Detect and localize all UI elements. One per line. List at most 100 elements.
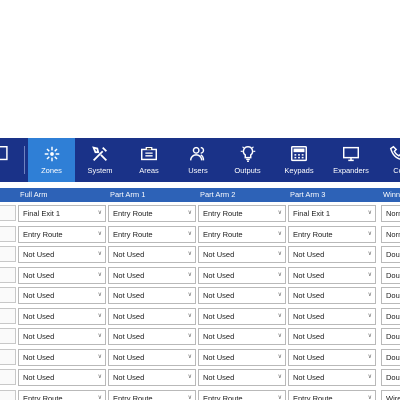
toolbar-item-label: Zones [41, 166, 62, 175]
row-selector[interactable] [0, 246, 16, 262]
row-selector[interactable] [0, 328, 16, 344]
row-selector[interactable] [0, 389, 16, 400]
zone-dropdown[interactable]: Not Used ∨ [288, 287, 376, 304]
toolbar-item-label: Expanders [333, 166, 369, 175]
zone-dropdown[interactable]: Dou [381, 266, 400, 284]
zone-dropdown[interactable]: Not Used ∨ [198, 246, 286, 263]
zone-dropdown[interactable]: Not Used ∨ [198, 287, 286, 304]
zone-dropdown[interactable]: Not Used ∨ [198, 328, 286, 345]
panel-icon [0, 144, 24, 164]
row-selector[interactable] [0, 225, 16, 242]
zone-dropdown[interactable]: Not Used ∨ [288, 307, 376, 325]
chevron-down-icon: ∨ [97, 394, 102, 400]
zone-dropdown[interactable]: Not Used ∨ [108, 307, 196, 325]
zone-dropdown[interactable]: Entry Route ∨ [108, 205, 196, 222]
zone-dropdown[interactable]: Not Used ∨ [108, 246, 196, 263]
zones-icon [28, 144, 75, 164]
dropdown-value: Dou [386, 352, 400, 362]
zone-dropdown[interactable]: Not Used ∨ [288, 348, 376, 366]
column-header: Part Arm 1 [110, 190, 146, 199]
dropdown-value: Not Used [203, 373, 235, 382]
zone-dropdown[interactable]: Not Used ∨ [288, 246, 376, 263]
row-selector[interactable] [0, 307, 16, 324]
zone-dropdown[interactable]: Entry Route ∨ [18, 225, 106, 243]
zone-dropdown[interactable]: Dou [381, 307, 400, 325]
zone-dropdown[interactable]: Entry Route ∨ [198, 389, 286, 400]
toolbar-item-zones[interactable]: Zones [28, 138, 75, 182]
dropdown-value: Not Used [113, 250, 145, 259]
table-row: Not Used ∨ Not Used ∨ Not Used ∨ Not Used ∨ Dou [0, 286, 400, 307]
areas-icon [125, 144, 173, 164]
zone-dropdown[interactable]: Entry Route ∨ [18, 389, 106, 400]
row-selector[interactable] [0, 369, 16, 385]
dropdown-value: Not Used [293, 270, 325, 280]
zone-dropdown[interactable]: Not Used ∨ [198, 307, 286, 325]
zone-dropdown[interactable]: Entry Route ∨ [198, 225, 286, 243]
zone-dropdown[interactable]: Not Used ∨ [288, 328, 376, 345]
toolbar-item-areas[interactable]: Areas [125, 138, 173, 182]
row-selector[interactable] [0, 287, 16, 303]
zone-dropdown[interactable]: Dou [381, 328, 400, 345]
zone-dropdown[interactable]: Not Used ∨ [18, 287, 106, 304]
zone-dropdown[interactable]: Dou [381, 246, 400, 263]
zone-dropdown[interactable]: Norm [381, 205, 400, 222]
chevron-down-icon: ∨ [277, 353, 282, 360]
dropdown-value: Dou [386, 332, 400, 341]
zone-dropdown[interactable]: Dou [381, 287, 400, 304]
zone-dropdown[interactable]: Not Used ∨ [18, 369, 106, 386]
zone-dropdown[interactable]: Not Used ∨ [18, 348, 106, 366]
phone-icon [378, 144, 400, 164]
chevron-down-icon: ∨ [367, 374, 372, 380]
dropdown-value: Not Used [23, 270, 55, 280]
dropdown-value: Dou [386, 373, 400, 382]
zone-dropdown[interactable]: Final Exit 1 ∨ [18, 205, 106, 222]
zone-dropdown[interactable]: Not Used ∨ [108, 266, 196, 284]
toolbar-item-outputs[interactable]: Outputs [222, 138, 273, 182]
zone-dropdown[interactable]: Dou [381, 369, 400, 386]
toolbar-item-co[interactable]: Co [378, 138, 400, 182]
dropdown-value: Not Used [293, 311, 325, 321]
zone-dropdown[interactable]: Not Used ∨ [108, 348, 196, 366]
zone-dropdown[interactable]: Not Used ∨ [288, 266, 376, 284]
zone-dropdown[interactable]: Entry Route ∨ [108, 225, 196, 243]
zone-dropdown[interactable]: Not Used ∨ [18, 266, 106, 284]
zone-dropdown[interactable]: Not Used ∨ [108, 369, 196, 386]
zone-dropdown[interactable]: Norm [381, 225, 400, 243]
row-selector[interactable] [0, 348, 16, 365]
zone-dropdown[interactable]: Not Used ∨ [18, 328, 106, 345]
dropdown-value: Entry Route [113, 229, 153, 239]
zone-dropdown[interactable]: Not Used ∨ [198, 348, 286, 366]
zone-dropdown[interactable]: Not Used ∨ [108, 287, 196, 304]
zone-dropdown[interactable]: Not Used ∨ [18, 307, 106, 325]
zone-dropdown[interactable]: Not Used ∨ [198, 369, 286, 386]
chevron-down-icon: ∨ [277, 251, 282, 257]
toolbar-item-label: Keypads [284, 166, 314, 175]
toolbar-divider [24, 146, 25, 174]
zone-dropdown[interactable]: Entry Route ∨ [198, 205, 286, 222]
zone-dropdown[interactable]: Not Used ∨ [288, 369, 376, 386]
zone-dropdown[interactable]: Entry Route ∨ [288, 225, 376, 243]
zone-dropdown[interactable]: Not Used ∨ [108, 328, 196, 345]
dropdown-value: Entry Route [203, 229, 243, 239]
zone-dropdown[interactable]: Final Exit 1 ∨ [288, 205, 376, 222]
zone-dropdown[interactable]: Wire [381, 389, 400, 400]
dropdown-value: Entry Route [293, 229, 333, 239]
row-selector[interactable] [0, 266, 16, 283]
zone-dropdown[interactable]: Entry Route ∨ [108, 389, 196, 400]
row-selector[interactable] [0, 205, 16, 221]
dropdown-value: Norm [386, 209, 400, 218]
zone-dropdown[interactable]: Entry Route ∨ [288, 389, 376, 400]
toolbar-item-users[interactable]: Users [174, 138, 222, 182]
toolbar-item-panel[interactable] [0, 138, 24, 182]
toolbar-item-expanders[interactable]: Expanders [326, 138, 376, 182]
zone-dropdown[interactable]: Not Used ∨ [198, 266, 286, 284]
dropdown-value: Not Used [293, 373, 325, 382]
zone-dropdown[interactable]: Dou [381, 348, 400, 366]
dropdown-value: Entry Route [203, 209, 243, 218]
chevron-down-icon: ∨ [97, 312, 102, 319]
zone-dropdown[interactable]: Not Used ∨ [18, 246, 106, 263]
toolbar-item-keypads[interactable]: Keypads [274, 138, 324, 182]
dropdown-value: Final Exit 1 [293, 209, 331, 218]
toolbar-item-system[interactable]: System [76, 138, 124, 182]
dropdown-value: Entry Route [23, 229, 63, 239]
